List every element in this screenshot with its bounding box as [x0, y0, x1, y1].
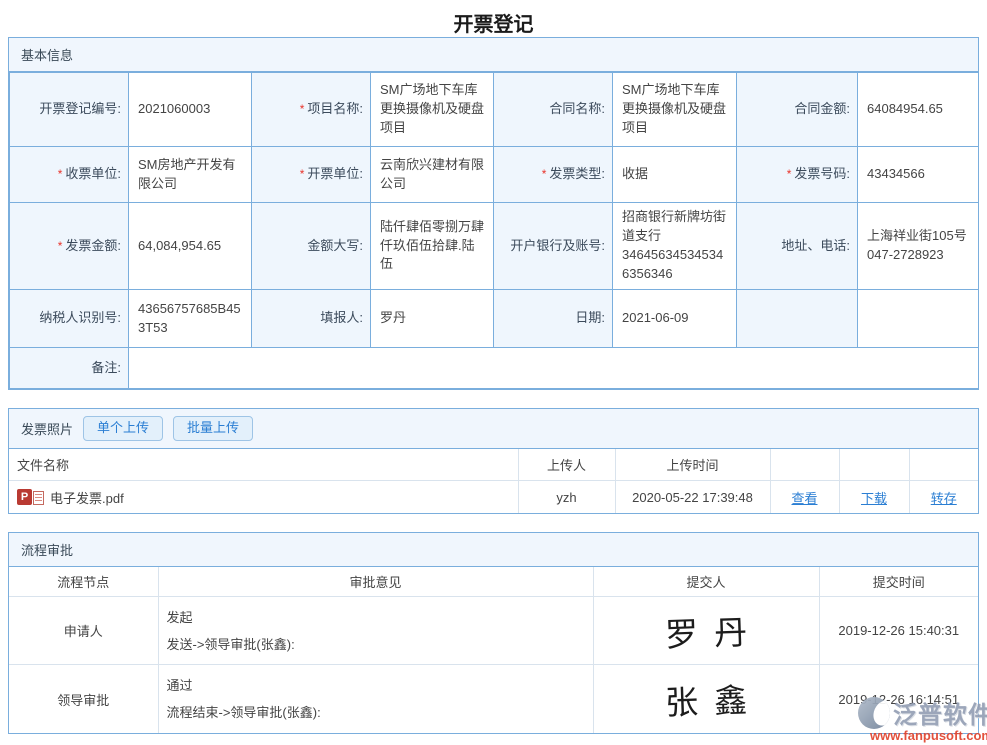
basic-info-title: 基本信息: [21, 45, 73, 64]
approval-node: 领导审批: [9, 665, 158, 733]
single-upload-button[interactable]: 单个上传: [83, 416, 163, 441]
approval-node: 申请人: [9, 597, 158, 665]
files-header-row: 文件名称 上传人 上传时间: [9, 449, 978, 481]
col-action-1: [770, 449, 839, 481]
signature: 张鑫: [648, 673, 764, 725]
col-upload-time: 上传时间: [615, 449, 770, 481]
opinion-line: 发起: [167, 604, 585, 631]
field-label: *开票单位:: [252, 147, 371, 203]
col-submitter: 提交人: [593, 567, 819, 597]
file-row: P 电子发票.pdf yzh 2020-05-22 17:39:48 查看 下载…: [9, 481, 978, 513]
approval-table: 流程节点 审批意见 提交人 提交时间 申请人 发起 发送->领导审批(张鑫): …: [9, 567, 978, 733]
field-value: 上海祥业街105号 047-2728923: [858, 203, 979, 290]
approval-header-row: 流程节点 审批意见 提交人 提交时间: [9, 567, 978, 597]
opinion-line: 流程结束->领导审批(张鑫):: [167, 699, 585, 726]
page-title: 开票登记: [0, 0, 987, 37]
field-value: [858, 290, 979, 348]
submitter-signature-cell: 张鑫: [593, 665, 819, 733]
table-row: 备注:: [10, 348, 979, 389]
field-label: 填报人:: [252, 290, 371, 348]
field-value: 43656757685B453T53: [129, 290, 252, 348]
field-label: 开户银行及账号:: [494, 203, 613, 290]
basic-info-header: 基本信息: [9, 38, 978, 72]
remark-value: [129, 348, 979, 389]
submit-time: 2019-12-26 16:14:51: [819, 665, 978, 733]
basic-info-section: 基本信息 开票登记编号: 2021060003 *项目名称: SM广场地下车库更…: [8, 37, 979, 390]
batch-upload-button[interactable]: 批量上传: [173, 416, 253, 441]
field-value: 云南欣兴建材有限公司: [371, 147, 494, 203]
transfer-link[interactable]: 转存: [931, 491, 957, 506]
field-value: 陆仟肆佰零捌万肆仟玖佰伍拾肆.陆伍: [371, 203, 494, 290]
file-name: 电子发票.pdf: [50, 488, 124, 507]
required-marker: *: [300, 102, 305, 116]
invoice-photos-title: 发票照片: [21, 419, 73, 438]
approval-header: 流程审批: [9, 533, 978, 567]
field-value: SM广场地下车库更换摄像机及硬盘项目: [371, 73, 494, 147]
field-value: 罗丹: [371, 290, 494, 348]
col-submit-time: 提交时间: [819, 567, 978, 597]
table-row: 纳税人识别号: 43656757685B453T53 填报人: 罗丹 日期: 2…: [10, 290, 979, 348]
field-value: 招商银行新牌坊街道支行 346456345345346356346: [613, 203, 737, 290]
field-label: *收票单位:: [10, 147, 129, 203]
approval-opinion: 通过 流程结束->领导审批(张鑫):: [158, 665, 593, 733]
field-value: 2021060003: [129, 73, 252, 147]
submit-time: 2019-12-26 15:40:31: [819, 597, 978, 665]
file-uploader: yzh: [518, 481, 615, 513]
field-value: SM房地产开发有限公司: [129, 147, 252, 203]
field-label: *项目名称:: [252, 73, 371, 147]
invoice-photos-section: 发票照片 单个上传 批量上传 文件名称 上传人 上传时间 P 电子发票.pdf: [8, 408, 979, 514]
required-marker: *: [542, 167, 547, 181]
files-table: 文件名称 上传人 上传时间 P 电子发票.pdf yzh 2020-05-22 …: [9, 449, 978, 513]
required-marker: *: [300, 167, 305, 181]
table-row: 开票登记编号: 2021060003 *项目名称: SM广场地下车库更换摄像机及…: [10, 73, 979, 147]
field-label: *发票金额:: [10, 203, 129, 290]
download-link[interactable]: 下载: [861, 491, 887, 506]
remark-label: 备注:: [10, 348, 129, 389]
approval-opinion: 发起 发送->领导审批(张鑫):: [158, 597, 593, 665]
field-value: 64,084,954.65: [129, 203, 252, 290]
table-row: *收票单位: SM房地产开发有限公司 *开票单位: 云南欣兴建材有限公司 *发票…: [10, 147, 979, 203]
col-node: 流程节点: [9, 567, 158, 597]
field-value: 64084954.65: [858, 73, 979, 147]
col-file-name: 文件名称: [9, 449, 518, 481]
signature: 罗丹: [648, 605, 764, 657]
view-link[interactable]: 查看: [791, 491, 817, 506]
field-value: 43434566: [858, 147, 979, 203]
col-action-2: [839, 449, 909, 481]
required-marker: *: [787, 167, 792, 181]
opinion-line: 通过: [167, 672, 585, 699]
field-value: SM广场地下车库更换摄像机及硬盘项目: [613, 73, 737, 147]
submitter-signature-cell: 罗丹: [593, 597, 819, 665]
field-label: 合同名称:: [494, 73, 613, 147]
required-marker: *: [58, 167, 63, 181]
approval-section: 流程审批 流程节点 审批意见 提交人 提交时间 申请人 发起 发送->领导审批(…: [8, 532, 979, 734]
col-opinion: 审批意见: [158, 567, 593, 597]
required-marker: *: [58, 239, 63, 253]
field-label: 合同金额:: [737, 73, 858, 147]
field-value: 收据: [613, 147, 737, 203]
field-label: 纳税人识别号:: [10, 290, 129, 348]
field-label: 日期:: [494, 290, 613, 348]
approval-title: 流程审批: [21, 540, 73, 559]
basic-info-table: 开票登记编号: 2021060003 *项目名称: SM广场地下车库更换摄像机及…: [9, 72, 979, 389]
field-label: 地址、电话:: [737, 203, 858, 290]
pdf-file-icon: P: [17, 489, 44, 505]
field-label: *发票号码:: [737, 147, 858, 203]
field-label: 开票登记编号:: [10, 73, 129, 147]
field-label: 金额大写:: [252, 203, 371, 290]
col-uploader: 上传人: [518, 449, 615, 481]
file-name-cell: P 电子发票.pdf: [9, 481, 518, 513]
field-label: *发票类型:: [494, 147, 613, 203]
field-value: 2021-06-09: [613, 290, 737, 348]
approval-row: 申请人 发起 发送->领导审批(张鑫): 罗丹 2019-12-26 15:40…: [9, 597, 978, 665]
invoice-photos-header: 发票照片 单个上传 批量上传: [9, 409, 978, 449]
table-row: *发票金额: 64,084,954.65 金额大写: 陆仟肆佰零捌万肆仟玖佰伍拾…: [10, 203, 979, 290]
opinion-line: 发送->领导审批(张鑫):: [167, 631, 585, 658]
file-upload-time: 2020-05-22 17:39:48: [615, 481, 770, 513]
approval-row: 领导审批 通过 流程结束->领导审批(张鑫): 张鑫 2019-12-26 16…: [9, 665, 978, 733]
field-label: [737, 290, 858, 348]
col-action-3: [909, 449, 978, 481]
